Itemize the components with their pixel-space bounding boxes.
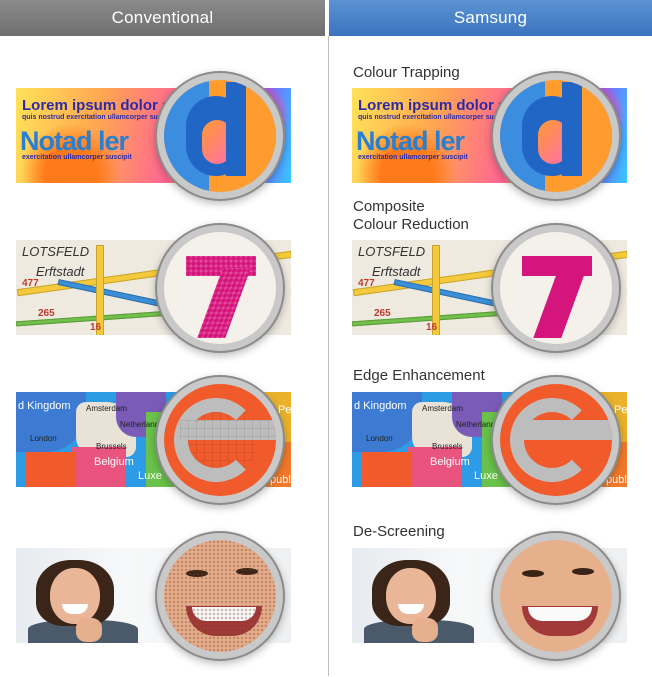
banner-brand-subline: exercitation ullamcorper suscipit bbox=[358, 154, 468, 161]
banner-subline: quis nostrud exercitation ullamcorper su… bbox=[358, 114, 513, 121]
column-header-samsung: Samsung bbox=[329, 0, 652, 36]
map-place-label: LOTSFELD bbox=[358, 244, 426, 259]
map-city-label: Amsterdam bbox=[422, 404, 463, 413]
column-divider bbox=[328, 36, 329, 676]
conventional-de-screening-sample bbox=[16, 540, 291, 652]
samsung-colour-trapping-sample: Lorem ipsum dolor sit met quis nostrud e… bbox=[352, 80, 627, 192]
map-number-label: 477 bbox=[358, 278, 375, 289]
map-country-label: Netherlands bbox=[456, 420, 500, 429]
conventional-colour-reduction-sample: LOTSFELD Erftstadt 477 265 16 bbox=[16, 232, 291, 344]
map-country-label: Luxe bbox=[474, 470, 498, 482]
magnifier-lens bbox=[500, 232, 612, 344]
map-number-label: 16 bbox=[426, 322, 438, 333]
banner-brand-subline: exercitation ullamcorper suscipit bbox=[22, 154, 132, 161]
map-city-label: Amsterdam bbox=[86, 404, 127, 413]
map-city-label: Brussels bbox=[432, 442, 463, 451]
map-city-label: London bbox=[30, 434, 57, 443]
column-header-conventional: Conventional bbox=[0, 0, 325, 36]
banner-brand: Notad ler bbox=[356, 126, 465, 156]
magnifier-lens bbox=[500, 384, 612, 496]
header-title-conventional: Conventional bbox=[111, 8, 214, 27]
map-country-label: Netherlands bbox=[120, 420, 164, 429]
map-country-label: Luxe bbox=[138, 470, 162, 482]
samsung-de-screening-sample bbox=[352, 540, 627, 652]
map-country-label: Belgium bbox=[94, 456, 134, 468]
magnifier-lens bbox=[164, 80, 276, 192]
feature-label-edge-enhancement: Edge Enhancement bbox=[353, 367, 485, 384]
magnifier-lens bbox=[164, 232, 276, 344]
magnifier-lens bbox=[164, 384, 276, 496]
map-country-label: Pe bbox=[614, 404, 627, 416]
header-title-samsung: Samsung bbox=[453, 8, 528, 27]
conventional-colour-trapping-sample: Lorem ipsum dolor sit met quis nostrud e… bbox=[16, 80, 291, 192]
map-place-label: Erftstadt bbox=[36, 264, 85, 279]
map-number-label: 265 bbox=[374, 308, 391, 319]
samsung-edge-enhancement-sample: d Kingdom Amsterdam Netherlands London B… bbox=[352, 384, 627, 496]
magnifier-lens bbox=[164, 540, 276, 652]
feature-label-de-screening: De-Screening bbox=[353, 523, 445, 540]
samsung-colour-reduction-sample: LOTSFELD Erftstadt 477 265 16 bbox=[352, 232, 627, 344]
feature-label-composite-colour-reduction: Composite Colour Reduction bbox=[353, 198, 469, 233]
magnifier-lens bbox=[500, 80, 612, 192]
map-place-label: LOTSFELD bbox=[22, 244, 90, 259]
map-country-label: Pe bbox=[278, 404, 291, 416]
map-number-label: 16 bbox=[90, 322, 102, 333]
map-city-label: Brussels bbox=[96, 442, 127, 451]
banner-subline: quis nostrud exercitation ullamcorper su… bbox=[22, 114, 177, 121]
banner-brand: Notad ler bbox=[20, 126, 129, 156]
map-country-label: Belgium bbox=[430, 456, 470, 468]
conventional-edge-enhancement-sample: d Kingdom Amsterdam Netherlands London B… bbox=[16, 384, 291, 496]
map-number-label: 477 bbox=[22, 278, 39, 289]
magnifier-lens bbox=[500, 540, 612, 652]
feature-label-colour-trapping: Colour Trapping bbox=[353, 64, 460, 81]
map-city-label: London bbox=[366, 434, 393, 443]
map-country-label: d Kingdom bbox=[354, 400, 407, 412]
map-number-label: 265 bbox=[38, 308, 55, 319]
map-place-label: Erftstadt bbox=[372, 264, 421, 279]
map-country-label: d Kingdom bbox=[18, 400, 71, 412]
